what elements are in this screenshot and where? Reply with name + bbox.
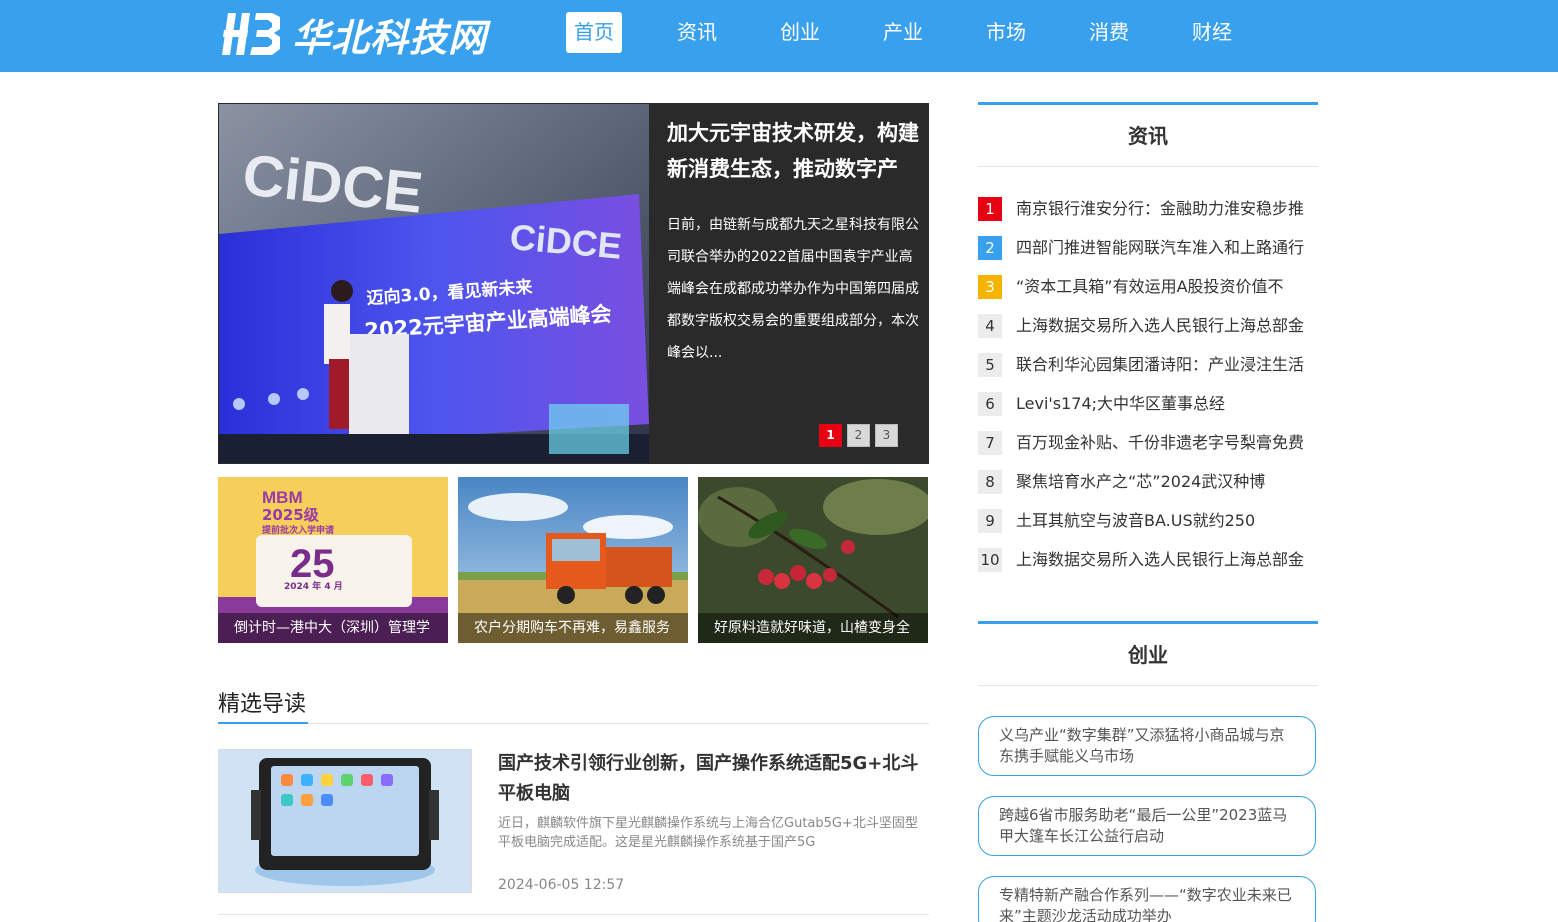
rank-number: 8 xyxy=(978,470,1002,494)
thumb-card-2[interactable]: 农户分期购车不再难，易鑫服务 xyxy=(458,477,688,643)
rank-item[interactable]: 4 上海数据交易所入选人民银行上海总部金 xyxy=(978,314,1318,353)
rank-item[interactable]: 3 “资本工具箱”有效运用A股投资价值不 xyxy=(978,275,1318,314)
nav-startup[interactable]: 创业 xyxy=(772,12,828,53)
rank-number: 1 xyxy=(978,197,1002,221)
rank-item[interactable]: 7 百万现金补贴、千份非遗老字号梨膏免费 xyxy=(978,431,1318,470)
rank-item[interactable]: 10 上海数据交易所入选人民银行上海总部金 xyxy=(978,548,1318,587)
rank-item[interactable]: 1 南京银行淮安分行：金融助力淮安稳步推 xyxy=(978,197,1318,236)
nav-industry[interactable]: 产业 xyxy=(875,12,931,53)
hero-title[interactable]: 加大元宇宙技术研发，构建新消费生态，推动数字产 xyxy=(667,115,922,187)
rank-text: 百万现金补贴、千份非遗老字号梨膏免费 xyxy=(1016,433,1305,452)
rank-text: “资本工具箱”有效运用A股投资价值不 xyxy=(1016,277,1284,296)
rank-number: 4 xyxy=(978,314,1002,338)
rank-text: 上海数据交易所入选人民银行上海总部金 xyxy=(1016,550,1305,569)
startup-list: 义乌产业“数字集群”又添猛将小商品城与京东携手赋能义乌市场 跨越6省市服务助老“… xyxy=(978,686,1318,922)
sidebar-news-title: 资讯 xyxy=(978,105,1318,167)
thumb-caption-2: 农户分期购车不再难，易鑫服务 xyxy=(458,613,688,643)
thumb1-line1: MBM xyxy=(262,488,303,507)
sidebar-news-box: 资讯 1 南京银行淮安分行：金融助力淮安稳步推 2 四部门推进智能网联汽车准入和上路… xyxy=(978,102,1318,587)
thumb-card-3[interactable]: 好原料造就好味道，山楂变身全 xyxy=(698,477,928,643)
rank-number: 2 xyxy=(978,236,1002,260)
startup-item[interactable]: 专精特新产融合作系列——“数字农业未来已来”主题沙龙活动成功举办 xyxy=(978,876,1316,922)
rank-item[interactable]: 2 四部门推进智能网联汽车准入和上路通行 xyxy=(978,236,1318,275)
rank-number: 7 xyxy=(978,431,1002,455)
site-header: 华北科技网 首页 资讯 创业 产业 市场 消费 财经 xyxy=(0,0,1558,72)
rank-number: 5 xyxy=(978,353,1002,377)
article-summary: 近日，麒麟软件旗下星光麒麟操作系统与上海合亿Gutab5G+北斗坚固型平板电脑完… xyxy=(498,816,918,850)
rank-text: 南京银行淮安分行：金融助力淮安稳步推 xyxy=(1016,199,1305,218)
rank-text: 土耳其航空与波音BA.US就约250 xyxy=(1016,511,1256,530)
news-rank-list: 1 南京银行淮安分行：金融助力淮安稳步推 2 四部门推进智能网联汽车准入和上路通行 … xyxy=(978,167,1318,587)
sidebar-startup-title: 创业 xyxy=(978,624,1318,686)
nav-home[interactable]: 首页 xyxy=(566,12,622,53)
nav-news[interactable]: 资讯 xyxy=(669,12,725,53)
section-title: 精选导读 xyxy=(218,686,309,724)
rank-item[interactable]: 5 联合利华沁园集团潘诗阳：产业浸注生活 xyxy=(978,353,1318,392)
hb-logo-icon xyxy=(222,13,280,55)
slider-page-3[interactable]: 3 xyxy=(875,424,898,447)
rank-number: 10 xyxy=(978,548,1002,572)
article-title[interactable]: 国产技术引领行业创新，国产操作系统适配5G+北斗平板电脑 xyxy=(498,749,928,809)
nav-finance[interactable]: 财经 xyxy=(1184,12,1240,53)
article-date: 2024-06-05 12:57 xyxy=(498,877,625,893)
rank-number: 3 xyxy=(978,275,1002,299)
thumb-card-1[interactable]: MBM 2025级 提前批次入学申请 25 2024 年 4 月 倒计时—港中大… xyxy=(218,477,448,643)
slider-pager: 1 2 3 xyxy=(819,424,903,447)
featured-section-head: 精选导读 xyxy=(218,686,929,724)
hero-slider: CiDCE CiDCE 迈向3.0，看见新未来 2022元宇宙产业高端峰会 加大… xyxy=(218,103,929,464)
nav-market[interactable]: 市场 xyxy=(978,12,1034,53)
thumb1-date: 2024 年 4 月 xyxy=(284,580,343,592)
startup-item[interactable]: 义乌产业“数字集群”又添猛将小商品城与京东携手赋能义乌市场 xyxy=(978,716,1316,776)
rank-text: 联合利华沁园集团潘诗阳：产业浸注生活 xyxy=(1016,355,1305,374)
slider-page-1[interactable]: 1 xyxy=(819,424,842,447)
rank-number: 9 xyxy=(978,509,1002,533)
nav-consumer[interactable]: 消费 xyxy=(1081,12,1137,53)
article-item: 国产技术引领行业创新，国产操作系统适配5G+北斗平板电脑 近日，麒麟软件旗下星光… xyxy=(218,749,929,915)
main-nav: 首页 资讯 创业 产业 市场 消费 财经 xyxy=(566,12,1287,53)
hero-summary: 日前，由链新与成都九天之星科技有限公司联合举办的2022首届中国袁宇产业高端峰会… xyxy=(667,217,919,361)
rank-item[interactable]: 9 土耳其航空与波音BA.US就约250 xyxy=(978,509,1318,548)
rank-text: 四部门推进智能网联汽车准入和上路通行 xyxy=(1016,238,1305,257)
rank-text: 聚焦培育水产之“芯”2024武汉种博 xyxy=(1016,472,1266,491)
thumb1-line3: 提前批次入学申请 xyxy=(262,524,334,536)
thumb1-number: 25 xyxy=(290,542,335,586)
logo-text: 华北科技网 xyxy=(292,15,488,60)
article-thumbnail[interactable] xyxy=(218,749,472,893)
hero-text-panel: 加大元宇宙技术研发，构建新消费生态，推动数字产 日前，由链新与成都九天之星科技有… xyxy=(667,103,922,369)
thumb1-line2: 2025级 xyxy=(262,506,320,524)
hero-image[interactable]: CiDCE CiDCE 迈向3.0，看见新未来 2022元宇宙产业高端峰会 xyxy=(219,104,649,463)
rank-text: Levi's174;大中华区董事总经 xyxy=(1016,394,1226,413)
rank-number: 6 xyxy=(978,392,1002,416)
rank-item[interactable]: 6 Levi's174;大中华区董事总经 xyxy=(978,392,1318,431)
rank-text: 上海数据交易所入选人民银行上海总部金 xyxy=(1016,316,1305,335)
startup-item[interactable]: 跨越6省市服务助老“最后一公里”2023蓝马甲大篷车长江公益行启动 xyxy=(978,796,1316,856)
sidebar-startup-box: 创业 义乌产业“数字集群”又添猛将小商品城与京东携手赋能义乌市场 跨越6省市服务… xyxy=(978,621,1318,922)
rank-item[interactable]: 8 聚焦培育水产之“芯”2024武汉种博 xyxy=(978,470,1318,509)
site-logo[interactable]: 华北科技网 xyxy=(218,8,487,60)
thumb-caption-3: 好原料造就好味道，山楂变身全 xyxy=(698,613,928,643)
slider-page-2[interactable]: 2 xyxy=(847,424,870,447)
thumb-caption-1: 倒计时—港中大（深圳）管理学 xyxy=(218,613,448,643)
